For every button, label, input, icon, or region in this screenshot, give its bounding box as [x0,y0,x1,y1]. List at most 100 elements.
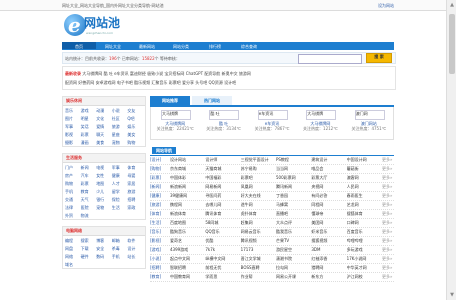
category-site-link[interactable]: 作业帮 [241,273,276,281]
left-category-link[interactable]: 少儿 [96,189,112,194]
scroll-thumb[interactable] [449,14,455,74]
category-site-link[interactable]: 潇湘书院 [276,255,311,263]
category-site-link[interactable]: 沪江网校 [347,273,382,281]
category-site-link[interactable]: 多玩游戏 [347,246,382,254]
recommended-site[interactable]: 澳门网 澳门网站 关注热度：4751℃ [345,107,393,139]
category-site-link[interactable]: 口碑网 [347,219,382,227]
category-site-link[interactable]: 纵横中文网 [205,255,240,263]
category-site-link[interactable]: 中国体彩 [170,174,205,182]
recommended-site[interactable]: 大马棋牌 大马棋牌网 关注热度：22421℃ [151,107,199,139]
category-site-link[interactable]: 39健康网 [170,192,205,200]
category-site-link[interactable]: 唯品会 [311,165,346,173]
left-category-link[interactable]: 旅游 [127,189,143,194]
latest-site-link[interactable]: 酷 吐 [104,71,113,76]
category-name-link[interactable]: [教育] [150,273,170,281]
vertical-scrollbar[interactable]: ▲ ▼ [446,0,456,300]
latest-site-link[interactable]: 头号吧 [195,80,207,85]
category-site-link[interactable]: 同程网 [311,201,346,209]
site-logo-image[interactable]: 澳门网 [354,110,385,120]
nav-query[interactable]: 综合查询 [232,42,266,49]
left-category-link[interactable]: 军事 [65,124,81,129]
latest-site-link[interactable]: 新奥中文 [222,71,238,76]
left-category-link[interactable]: 星座 [112,132,128,137]
category-more-link[interactable]: 更多» [382,174,394,182]
tab-popular[interactable]: 热门网站 [192,96,232,105]
left-category-link[interactable]: 购物 [65,181,81,186]
left-category-link[interactable]: 域名 [65,262,81,267]
left-category-link[interactable]: 人才 [112,181,128,186]
category-more-link[interactable]: 更多» [382,210,394,218]
category-site-link[interactable]: BOSS直聘 [241,264,276,272]
category-site-link[interactable]: 设计师 [205,156,240,164]
left-category-link[interactable]: 手机 [112,254,128,259]
left-category-link[interactable]: 门户 [65,165,81,170]
latest-site-link[interactable]: 彩票吧 [169,80,181,85]
category-site-link[interactable]: PS教程 [276,156,311,164]
category-site-link[interactable]: 酷狗音乐 [170,228,205,236]
category-site-link[interactable]: 懂球帝 [311,210,346,218]
left-category-link[interactable]: 安全 [96,246,112,251]
category-more-link[interactable]: 更多» [382,228,394,236]
category-site-link[interactable]: 设计网站 [170,156,205,164]
left-category-link[interactable]: 聊天 [96,132,112,137]
category-name-link[interactable]: [体育] [150,210,170,218]
category-more-link[interactable]: 更多» [382,219,394,227]
category-name-link[interactable]: [招聘] [150,264,170,272]
category-site-link[interactable]: 3DM [311,246,346,254]
latest-site-link[interactable]: 爱分享 [182,80,194,85]
recommended-site[interactable]: 大马棋牌 大马棋牌网 关注热度：1212℃ [296,107,344,139]
category-site-link[interactable]: 蘑菇街 [347,165,382,173]
site-logo-image[interactable]: 酷 吐 [209,110,240,120]
latest-site-link[interactable]: 酷乐视频 [134,80,150,85]
category-site-link[interactable]: 新东方 [311,273,346,281]
latest-site-link[interactable]: 富迪财经 [130,71,146,76]
left-category-link[interactable]: 邮箱 [112,238,128,243]
site-logo-image[interactable]: e车资讯 [257,110,288,120]
left-category-link[interactable]: 音乐 [65,108,81,113]
left-category-link[interactable]: 房产 [65,173,81,178]
category-site-link[interactable]: 智联招聘 [170,264,205,272]
left-category-link[interactable]: 银行 [96,197,112,202]
category-site-link[interactable]: 京东商城 [170,165,205,173]
category-name-link[interactable]: [设计] [150,156,170,164]
left-category-link[interactable]: 文化 [96,116,112,121]
category-site-link[interactable]: 携程网 [170,201,205,209]
category-site-link[interactable]: 500彩票网 [276,174,311,182]
category-name-link[interactable]: [购物] [150,165,170,173]
left-category-link[interactable]: 站长 [127,254,143,259]
category-site-link[interactable]: 当当网 [276,165,311,173]
category-site-link[interactable]: 途牛网 [241,201,276,209]
left-category-link[interactable]: 健康 [112,173,128,178]
category-site-link[interactable]: 拉勾网 [276,264,311,272]
left-category-link[interactable]: 交友 [127,108,143,113]
category-site-link[interactable]: 起点中文网 [170,255,205,263]
category-more-link[interactable]: 更多» [382,183,394,191]
category-site-link[interactable]: 百度音乐 [347,228,382,236]
site-logo-image[interactable]: 大马棋牌 [306,110,337,120]
category-site-link[interactable]: 苏宁易购 [241,165,276,173]
category-site-link[interactable]: 红袖添香 [311,255,346,263]
left-category-link[interactable]: 娱乐 [127,124,143,129]
category-site-link[interactable]: 寻医问药 [205,192,240,200]
left-category-link[interactable]: 法律 [65,205,81,210]
left-category-link[interactable]: 漫画 [81,140,97,145]
category-site-link[interactable]: 虾米音乐 [311,228,346,236]
left-category-link[interactable]: 女性 [96,173,112,178]
latest-site-link[interactable]: 旅游网 [239,71,251,76]
latest-site-link[interactable]: 电子书吧 [117,80,133,85]
left-category-link[interactable]: 明星 [81,116,97,121]
left-category-link[interactable]: 数码 [96,254,112,259]
category-name-link[interactable]: [健康] [150,192,170,200]
left-category-link[interactable]: Q吧 [127,116,143,121]
nav-categories[interactable]: 网站分类 [164,42,198,49]
left-category-link[interactable]: 体育 [127,165,143,170]
logo[interactable]: e 网站池 wangzhanchi.com [64,14,134,40]
left-category-link[interactable]: 外贸 [65,213,81,218]
left-category-link[interactable]: 地图 [96,181,112,186]
recommended-site[interactable]: 酷 吐酷 吐关注热度：3134℃ [199,107,247,139]
category-site-link[interactable]: 游民星空 [276,246,311,254]
category-site-link[interactable]: 网易云音乐 [241,228,276,236]
left-category-link[interactable]: 游戏 [81,108,97,113]
left-category-link[interactable]: 网盘 [65,246,81,251]
nav-ranking[interactable]: 排行榜 [198,42,232,49]
